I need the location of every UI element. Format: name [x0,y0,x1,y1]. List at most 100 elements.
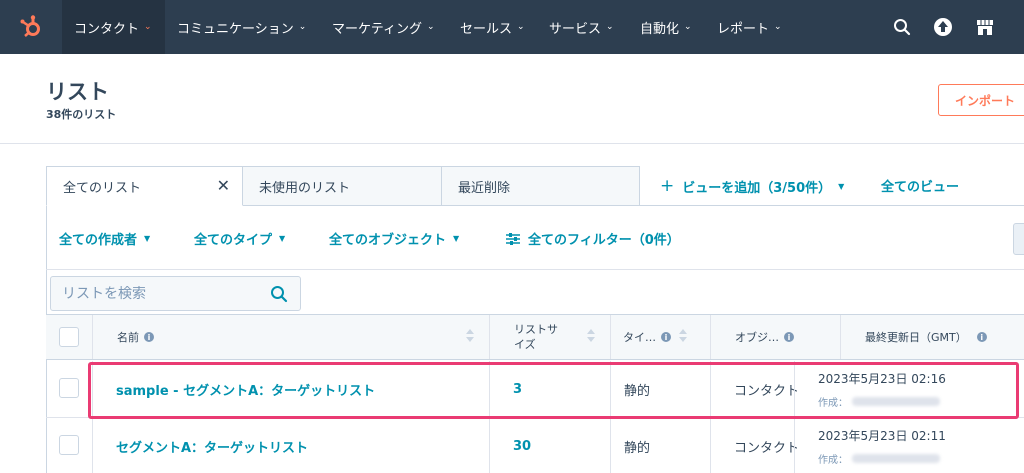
column-header-label: 最終更新日（GMT） [865,331,967,344]
list-name-link[interactable]: セグメントA：ターゲットリスト [92,418,489,473]
nav-item-marketing[interactable]: マーケティング ⌄ [332,0,435,54]
tab-label: 全てのリスト [63,180,142,196]
side-panel-button[interactable] [1013,223,1024,255]
nav-item-label: サービス [549,21,602,37]
tab-label: 最近削除 [458,180,511,196]
column-header-name[interactable]: 名前 i [92,315,489,359]
hubspot-logo-icon[interactable] [0,0,62,54]
nav-item-label: コンタクト [74,21,140,37]
upgrade-icon[interactable] [931,15,955,39]
column-divider [794,361,795,473]
column-header-label: リストサ [514,323,558,336]
chevron-down-icon: ⌄ [144,22,152,32]
column-header-type[interactable]: タイ… i [610,315,710,359]
close-icon[interactable]: ✕ [217,178,230,194]
caret-down-icon: ▼ [453,234,460,243]
search-box [50,276,301,311]
caret-down-icon: ▼ [838,181,845,191]
marketplace-icon[interactable] [973,15,997,39]
import-button[interactable]: インポート [938,84,1024,116]
caret-down-icon: ▼ [144,234,151,243]
filter-label: 全てのタイプ [194,233,273,248]
column-divider [92,361,93,473]
chevron-down-icon: ⌄ [774,22,782,32]
info-icon[interactable]: i [144,332,154,342]
info-icon[interactable]: i [976,332,987,342]
nav-item-label: 自動化 [640,21,680,37]
column-header-label: タイ… [623,331,656,344]
list-type: 静的 [624,440,651,456]
nav-item-automation[interactable]: 自動化 ⌄ [640,0,692,54]
redacted-name [852,397,940,406]
last-updated: 2023年5月23日 02:16 [818,372,946,386]
select-all-checkbox[interactable] [59,327,79,347]
info-icon[interactable]: i [661,332,671,342]
nav-item-label: コミュニケーション [177,21,294,37]
chevron-down-icon: ⌄ [426,22,435,32]
column-header-object[interactable]: オブジ… i [710,315,840,359]
nav-item-reports[interactable]: レポート ⌄ [717,0,782,54]
column-header-size[interactable]: リストサ イズ [489,315,610,359]
column-header-label: イズ [514,338,536,351]
list-size-link[interactable]: 3 [489,361,610,417]
tab-unused-lists[interactable]: 未使用のリスト [242,166,442,206]
chevron-down-icon: ⌄ [517,22,525,32]
table-header: 名前 i リストサ イズ タイ… i オブジ… i 最終更新日（GMT） i [46,314,1024,360]
object-filter[interactable]: 全てのオブジェクト ▼ [329,229,459,248]
nav-item-sales[interactable]: セールス ⌄ [460,0,525,54]
sort-icon[interactable] [465,329,475,345]
chevron-down-icon: ⌄ [684,22,692,32]
caret-down-icon: ▼ [279,234,286,243]
created-by-label: 作成： [818,455,848,466]
top-navigation: コンタクト ⌄ コミュニケーション ⌄ マーケティング ⌄ セールス ⌄ サービ… [0,0,1024,54]
row-checkbox[interactable] [59,435,79,455]
search-icon[interactable] [270,285,288,307]
nav-item-service[interactable]: サービス ⌄ [549,0,614,54]
list-type: 静的 [624,383,651,399]
creator-filter[interactable]: 全ての作成者 ▼ [59,229,150,248]
all-views-link[interactable]: 全てのビュー [881,176,959,195]
nav-item-label: セールス [460,21,513,37]
created-by: 作成： [818,451,940,466]
all-filters-button[interactable]: 全てのフィルター（0件） [506,229,680,248]
filter-sliders-icon [506,232,520,245]
tab-recently-deleted[interactable]: 最近削除 [441,166,640,206]
column-header-label: 名前 [117,331,139,344]
plus-icon: + [660,176,675,196]
sort-icon[interactable] [678,329,688,345]
filter-label: 全ての作成者 [59,233,138,248]
filter-label: 全てのオブジェクト [329,233,447,248]
table-row[interactable]: sample - セグメントA：ターゲットリスト 3 静的 コンタクト 2023… [46,361,1024,418]
created-by-label: 作成： [818,398,848,409]
redacted-name [852,454,940,463]
row-checkbox[interactable] [59,378,79,398]
chevron-down-icon: ⌄ [606,22,614,32]
info-icon[interactable]: i [784,332,794,342]
list-name-link[interactable]: sample - セグメントA：ターゲットリスト [92,361,489,417]
column-divider [489,361,490,473]
search-input[interactable] [62,285,262,302]
nav-item-conversations[interactable]: コミュニケーション ⌄ [177,0,306,54]
filter-divider [46,269,1024,270]
add-view-label: ビューを追加（3/50件） [682,180,832,196]
tab-all-lists[interactable]: 全てのリスト ✕ [46,166,243,206]
sort-icon[interactable] [586,329,596,345]
list-count: 38件のリスト [46,108,117,121]
column-divider [610,361,611,473]
type-filter[interactable]: 全てのタイプ ▼ [194,229,285,248]
nav-item-label: マーケティング [332,21,422,37]
column-header-updated[interactable]: 最終更新日（GMT） i [840,315,1024,359]
created-by: 作成： [818,394,940,409]
list-size-link[interactable]: 30 [489,418,610,473]
page-title: リスト [46,80,109,104]
last-updated: 2023年5月23日 02:11 [818,429,946,443]
nav-item-label: レポート [717,21,770,37]
tab-label: 未使用のリスト [259,180,351,196]
add-view-button[interactable]: + ビューを追加（3/50件） ▼ [660,176,844,196]
header-divider [0,143,1024,144]
column-divider [710,361,711,473]
column-header-label: オブジ… [735,331,779,344]
table-row[interactable]: セグメントA：ターゲットリスト 30 静的 コンタクト 2023年5月23日 0… [46,418,1024,473]
nav-item-contacts[interactable]: コンタクト ⌄ [62,0,165,54]
search-icon[interactable] [890,15,914,39]
